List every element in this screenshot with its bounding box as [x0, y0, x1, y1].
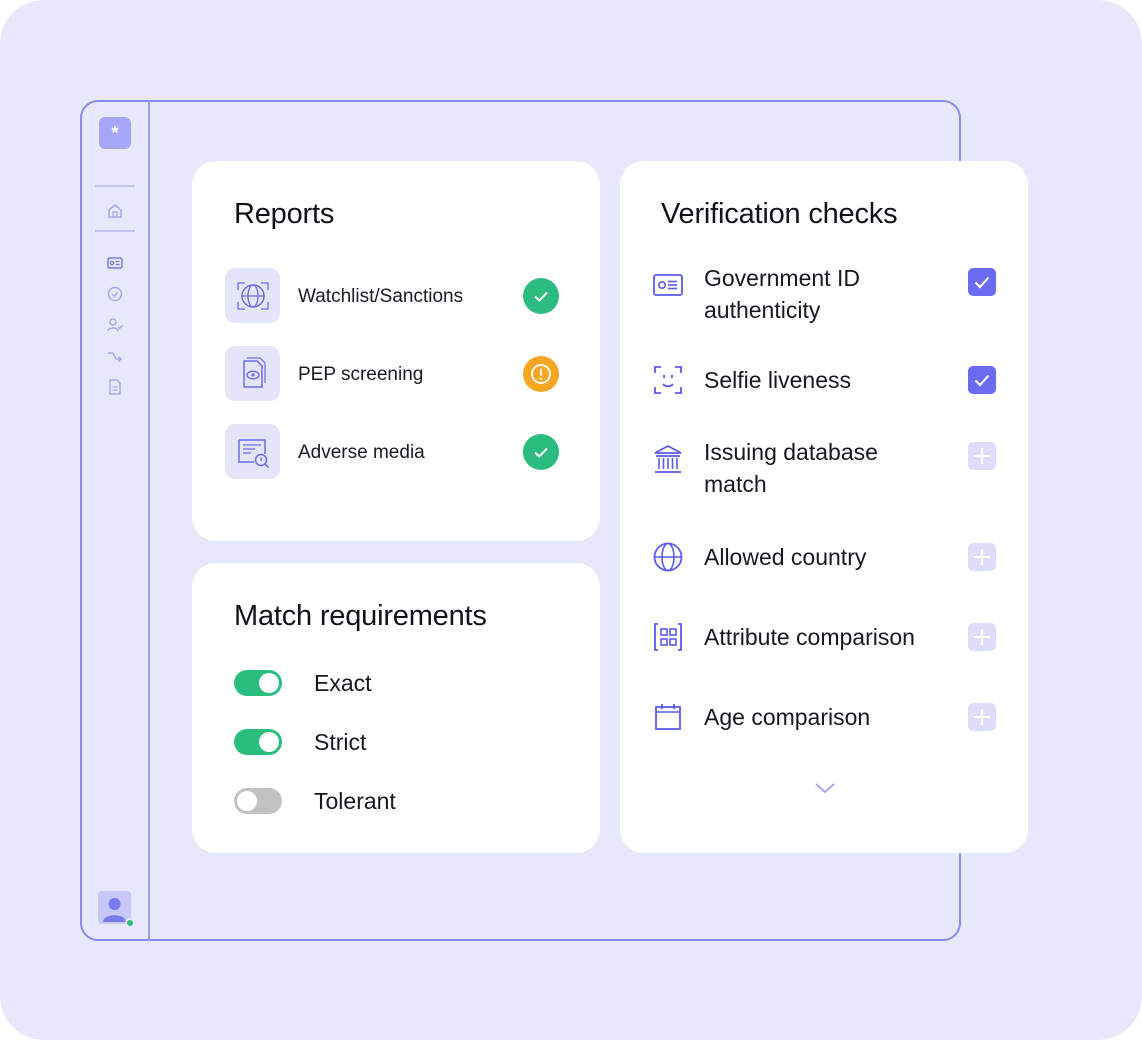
check-item-attribute-comparison[interactable]: Attribute comparison: [652, 621, 997, 653]
check-badge-icon: [523, 434, 559, 470]
calendar-icon: [655, 704, 681, 730]
check-item-selfie-liveness[interactable]: Selfie liveness: [652, 364, 997, 396]
toggle-row-strict: Strict: [234, 728, 564, 758]
sidebar: *: [80, 100, 150, 941]
user-check-icon[interactable]: [106, 316, 124, 334]
check-label-line1: Allowed country: [704, 544, 867, 570]
home-icon[interactable]: [106, 202, 124, 220]
report-item-watchlist[interactable]: Watchlist/Sanctions: [225, 268, 559, 324]
news-search-icon: [225, 424, 280, 479]
workflow-arrow-icon[interactable]: [106, 347, 124, 365]
chevron-down-icon[interactable]: [814, 781, 836, 795]
face-scan-icon: [654, 366, 682, 394]
warning-badge-icon: [523, 356, 559, 392]
toggle-label: Tolerant: [314, 788, 396, 814]
checkmark-icon: [974, 374, 990, 387]
document-eye-icon: [225, 346, 280, 401]
strict-toggle[interactable]: [234, 729, 282, 755]
verification-checks-card: Verification checks Government ID authen…: [620, 161, 1028, 853]
tolerant-toggle[interactable]: [234, 788, 282, 814]
match-requirements-title: Match requirements: [234, 600, 487, 632]
plus-icon: [974, 709, 990, 725]
plus-icon: [974, 448, 990, 464]
issuing-database-add-button[interactable]: [968, 442, 996, 470]
check-label-line1: Selfie liveness: [704, 367, 852, 393]
checkmark-icon: [974, 276, 990, 289]
match-requirements-card: Match requirements Exact Strict Tolerant: [192, 563, 600, 853]
check-label-line1: Government ID: [704, 265, 860, 291]
toggle-row-tolerant: Tolerant: [234, 787, 564, 817]
toggle-row-exact: Exact: [234, 669, 564, 699]
verification-checks-title: Verification checks: [661, 198, 898, 230]
toggle-label: Strict: [314, 729, 367, 755]
check-circle-icon[interactable]: [106, 285, 124, 303]
plus-icon: [974, 549, 990, 565]
attribute-comparison-add-button[interactable]: [968, 623, 996, 651]
check-item-government-id[interactable]: Government ID authenticity: [652, 262, 997, 326]
bank-building-icon: [654, 444, 682, 473]
user-avatar[interactable]: [98, 891, 135, 928]
check-label-line1: Attribute comparison: [704, 624, 915, 650]
check-badge-icon: [523, 278, 559, 314]
check-label-line1: Age comparison: [704, 704, 871, 730]
toggle-label: Exact: [314, 670, 372, 696]
report-label: PEP screening: [298, 364, 424, 385]
check-label-line2: authenticity: [704, 297, 821, 323]
check-item-allowed-country[interactable]: Allowed country: [652, 541, 997, 573]
id-card-icon: [653, 274, 683, 296]
grid-scan-icon: [654, 623, 682, 651]
allowed-country-add-button[interactable]: [968, 543, 996, 571]
report-item-pep[interactable]: PEP screening: [225, 346, 559, 402]
sidebar-divider: [95, 230, 135, 232]
check-label-line2: match: [704, 471, 767, 497]
check-label-line1: Issuing database: [704, 439, 878, 465]
globe-target-icon: [225, 268, 280, 323]
reports-card: Reports Watchlist/Sanctions PEP screenin…: [192, 161, 600, 541]
report-label: Watchlist/Sanctions: [298, 286, 464, 307]
check-item-age-comparison[interactable]: Age comparison: [652, 701, 997, 733]
reports-title: Reports: [234, 198, 335, 230]
sidebar-divider: [95, 185, 135, 187]
report-label: Adverse media: [298, 442, 425, 463]
online-status-dot: [125, 918, 135, 928]
id-card-icon[interactable]: [106, 254, 124, 272]
government-id-checkbox[interactable]: [968, 268, 996, 296]
globe-icon: [653, 542, 683, 572]
report-item-adverse-media[interactable]: Adverse media: [225, 424, 559, 480]
age-comparison-add-button[interactable]: [968, 703, 996, 731]
document-icon[interactable]: [106, 378, 124, 396]
check-item-issuing-database[interactable]: Issuing database match: [652, 436, 997, 500]
plus-icon: [974, 629, 990, 645]
selfie-liveness-checkbox[interactable]: [968, 366, 996, 394]
exact-toggle[interactable]: [234, 670, 282, 696]
app-logo[interactable]: *: [99, 117, 131, 149]
